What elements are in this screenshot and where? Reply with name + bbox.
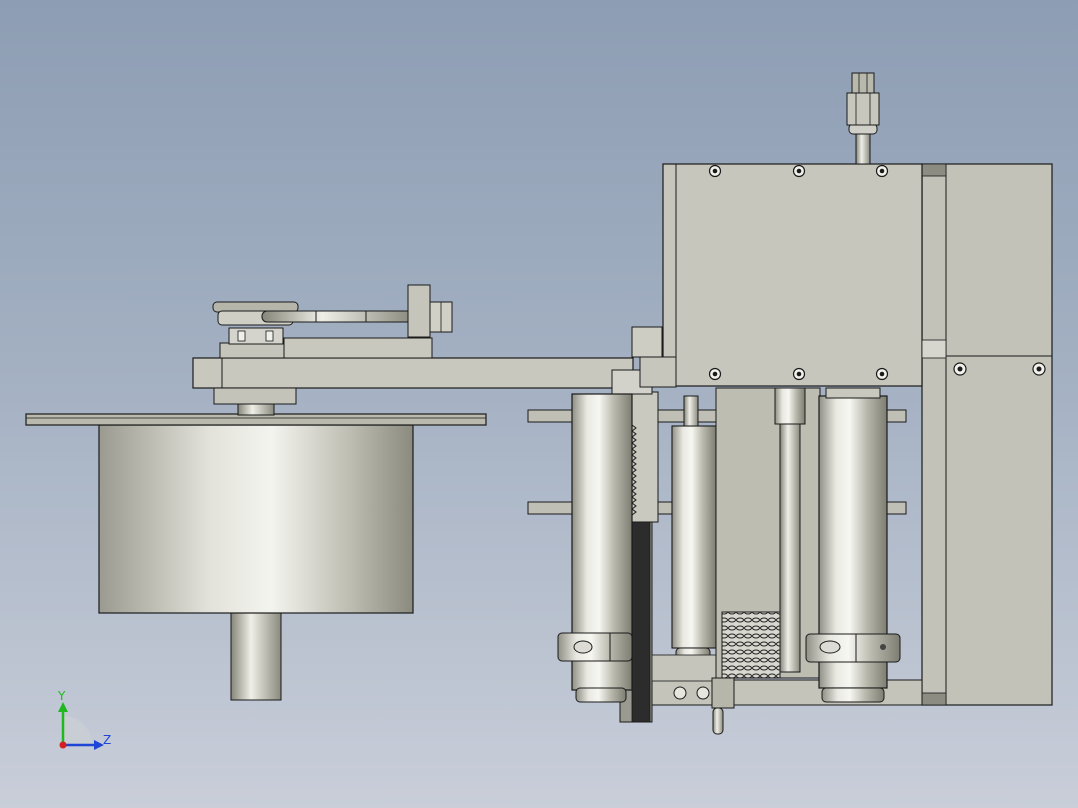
vertical-rod — [774, 387, 806, 673]
drum-hub — [237, 403, 275, 416]
assembly-drawing: Y Z — [25, 72, 1053, 750]
actuator-cylinder-left — [557, 393, 633, 703]
cad-viewport[interactable]: Y Z — [0, 0, 1078, 808]
arm-upper-plate — [283, 337, 433, 359]
upper-housing-box — [662, 163, 923, 387]
triad-arc — [63, 716, 92, 745]
link-rod — [261, 310, 413, 323]
cable-connector — [846, 72, 880, 165]
coordinate-triad: Y Z — [57, 689, 111, 750]
triad-origin — [59, 741, 67, 749]
pulley-base — [219, 342, 285, 359]
actuator-cylinder-small — [651, 395, 723, 682]
y-axis-label: Y — [57, 689, 66, 703]
actuator-cylinder-right — [805, 387, 901, 703]
side-column — [921, 163, 1053, 706]
drum-body — [98, 424, 414, 614]
arm-beam — [192, 357, 634, 389]
y-axis-arrow — [58, 702, 68, 712]
horizontal-arm-assembly — [192, 284, 634, 405]
main-housing-assembly — [527, 72, 1053, 735]
arm-lower-block — [213, 387, 297, 405]
rod-end-bracket — [407, 284, 431, 338]
drum-flange — [25, 413, 487, 426]
rotary-drum-assembly — [25, 403, 487, 701]
z-axis-label: Z — [103, 733, 111, 747]
drum-shaft — [230, 611, 282, 701]
